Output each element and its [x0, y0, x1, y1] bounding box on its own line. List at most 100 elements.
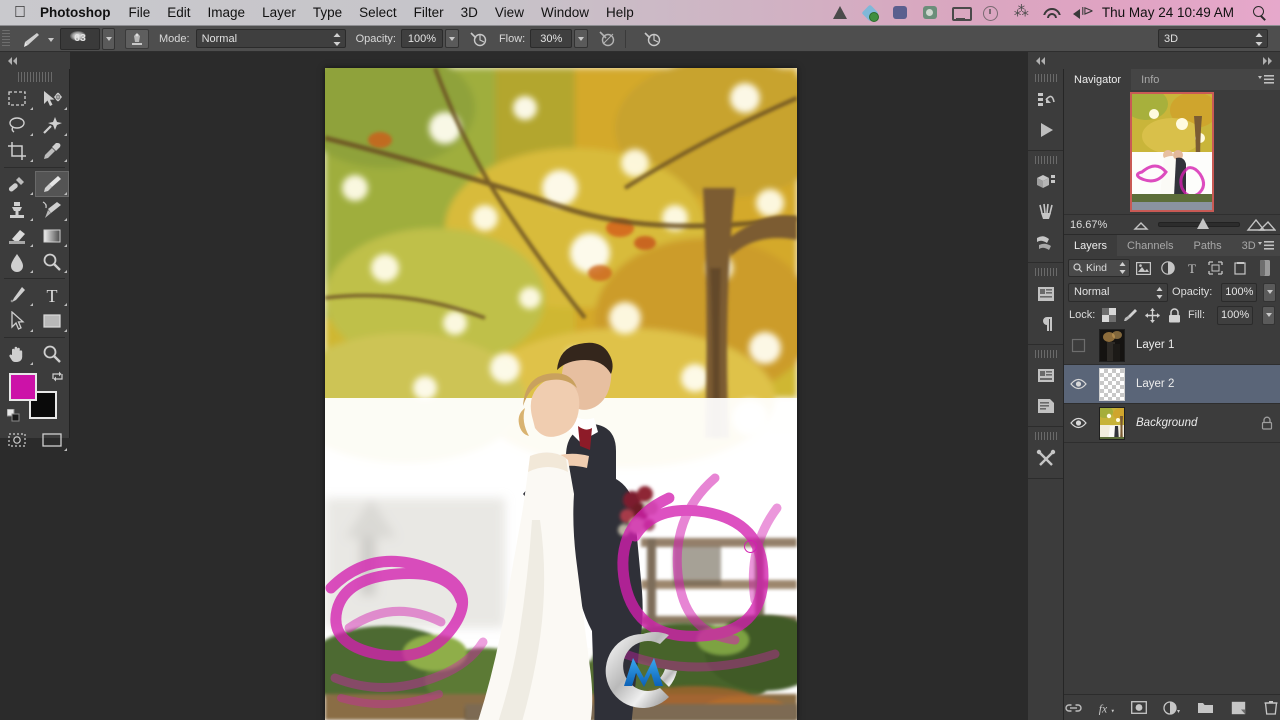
- flow-value[interactable]: 30%: [530, 29, 573, 48]
- layer-thumbnail-cell[interactable]: [1092, 404, 1132, 443]
- toolbar-collapse-bar[interactable]: [0, 52, 70, 69]
- zoom-tool[interactable]: [35, 341, 70, 367]
- layer-filter-kind-select[interactable]: Kind: [1068, 259, 1130, 277]
- menu-file[interactable]: File: [129, 5, 151, 20]
- brush-size-field[interactable]: 63: [60, 27, 100, 50]
- slider-knob[interactable]: [1196, 218, 1209, 229]
- blue-square-icon[interactable]: [892, 5, 909, 21]
- eyedropper-tool[interactable]: [35, 138, 70, 164]
- marquee-tool[interactable]: [0, 86, 35, 112]
- google-drive-icon[interactable]: [832, 5, 849, 21]
- tab-info[interactable]: Info: [1131, 69, 1169, 90]
- lasso-tool[interactable]: [0, 112, 35, 138]
- layer-visibility-toggle[interactable]: [1064, 365, 1092, 404]
- layer-name[interactable]: Background: [1132, 417, 1254, 429]
- eraser-tool[interactable]: [0, 223, 35, 249]
- layer-opacity-dropdown-arrow[interactable]: [1263, 282, 1276, 302]
- default-colors-icon[interactable]: [6, 408, 20, 422]
- layer-thumbnail-cell[interactable]: [1092, 365, 1132, 404]
- menu-3d[interactable]: 3D: [461, 5, 478, 20]
- zoom-in-icon[interactable]: [1246, 218, 1276, 232]
- filter-adjustment-icon[interactable]: [1157, 259, 1178, 277]
- time-machine-icon[interactable]: [982, 5, 999, 21]
- 3d-box-icon[interactable]: [1028, 167, 1064, 197]
- adjustment-layer-icon[interactable]: [1163, 699, 1181, 717]
- foreground-color-swatch[interactable]: [8, 373, 37, 401]
- options-bar-grip[interactable]: [2, 29, 10, 48]
- filter-shape-icon[interactable]: [1205, 259, 1226, 277]
- type-tool[interactable]: T: [35, 282, 70, 308]
- brush-tool-icon[interactable]: [19, 29, 43, 49]
- lock-transparent-icon[interactable]: [1102, 308, 1117, 323]
- layer-mask-icon[interactable]: [1130, 699, 1148, 717]
- filter-smart-object-icon[interactable]: [1229, 259, 1250, 277]
- panel-grip[interactable]: [1034, 74, 1057, 82]
- brush-tool[interactable]: [34, 171, 69, 197]
- opacity-dropdown-arrow[interactable]: [444, 29, 459, 48]
- bluetooth-icon[interactable]: [1012, 2, 1029, 21]
- gradient-tool[interactable]: [35, 223, 70, 249]
- menu-help[interactable]: Help: [606, 5, 634, 20]
- panel-grip[interactable]: [1034, 350, 1057, 358]
- new-layer-icon[interactable]: [1229, 699, 1247, 717]
- layer-opacity-value[interactable]: 100%: [1221, 282, 1258, 302]
- path-selection-tool[interactable]: [0, 308, 35, 334]
- disk-icon[interactable]: [922, 5, 939, 21]
- new-group-icon[interactable]: [1196, 699, 1214, 717]
- clone-stamp-tool[interactable]: [0, 197, 35, 223]
- brush-size-stepper[interactable]: [102, 27, 115, 50]
- dock-collapse-bar[interactable]: [1028, 52, 1280, 69]
- filter-pixel-icon[interactable]: [1133, 259, 1154, 277]
- lock-image-icon[interactable]: [1123, 308, 1138, 323]
- navigator-zoom-slider[interactable]: [1158, 218, 1240, 229]
- filter-toggle-icon[interactable]: [1255, 259, 1276, 277]
- brush-preset-dropdown-arrow[interactable]: [48, 33, 54, 45]
- navigator-thumbnail-area[interactable]: [1064, 90, 1280, 214]
- character-styles-icon[interactable]: [1028, 279, 1064, 309]
- zoom-out-icon[interactable]: [1130, 219, 1152, 231]
- display-icon[interactable]: [951, 5, 972, 21]
- lock-position-icon[interactable]: [1145, 307, 1161, 323]
- shape-tool[interactable]: [35, 308, 70, 334]
- table-row[interactable]: Layer 1: [1064, 326, 1280, 365]
- airbrush-icon[interactable]: [596, 29, 618, 49]
- airbrush-toggle-icon[interactable]: [125, 28, 149, 49]
- tab-navigator[interactable]: Navigator: [1064, 69, 1132, 90]
- history-icon[interactable]: [1028, 85, 1064, 115]
- filter-type-icon[interactable]: T: [1181, 259, 1202, 277]
- toolbar-grip[interactable]: [17, 72, 52, 82]
- menu-window[interactable]: Window: [541, 5, 589, 20]
- fill-value[interactable]: 100%: [1217, 305, 1254, 325]
- volume-icon[interactable]: [1072, 3, 1094, 21]
- tools-preset-icon[interactable]: [1028, 443, 1064, 473]
- menu-edit[interactable]: Edit: [167, 5, 190, 20]
- tab-channels[interactable]: Channels: [1117, 235, 1183, 256]
- measurement-log-icon[interactable]: [1028, 391, 1064, 421]
- dropbox-icon[interactable]: [862, 5, 879, 22]
- panel-grip[interactable]: [1034, 156, 1057, 164]
- actions-play-icon[interactable]: [1028, 115, 1064, 145]
- panel-menu-icon[interactable]: [1257, 239, 1275, 252]
- fill-dropdown-arrow[interactable]: [1262, 305, 1275, 325]
- wifi-icon[interactable]: [1042, 5, 1059, 21]
- tab-layers[interactable]: Layers: [1064, 235, 1118, 256]
- quick-mask-icon[interactable]: [0, 427, 35, 453]
- brush-presets-icon[interactable]: [1028, 197, 1064, 227]
- screen-mode-icon[interactable]: [35, 427, 70, 453]
- clone-source-icon[interactable]: [1028, 227, 1064, 257]
- navigator-zoom-value[interactable]: 16.67%: [1064, 219, 1130, 231]
- menu-view[interactable]: View: [495, 5, 524, 20]
- notes-icon[interactable]: [1028, 361, 1064, 391]
- pressure-size-icon[interactable]: [641, 29, 663, 49]
- magic-wand-tool[interactable]: [35, 112, 70, 138]
- lock-all-icon[interactable]: [1167, 307, 1181, 323]
- menu-type[interactable]: Type: [313, 5, 342, 20]
- opacity-value[interactable]: 100%: [400, 29, 443, 48]
- menubar-clock[interactable]: Thu May 24 10:49 AM: [1102, 5, 1234, 20]
- delete-layer-icon[interactable]: [1262, 699, 1280, 717]
- menu-filter[interactable]: Filter: [414, 5, 444, 20]
- move-tool[interactable]: [35, 86, 70, 112]
- spot-healing-tool[interactable]: [0, 171, 35, 197]
- swap-colors-icon[interactable]: [51, 370, 64, 383]
- layer-name[interactable]: Layer 1: [1132, 339, 1254, 351]
